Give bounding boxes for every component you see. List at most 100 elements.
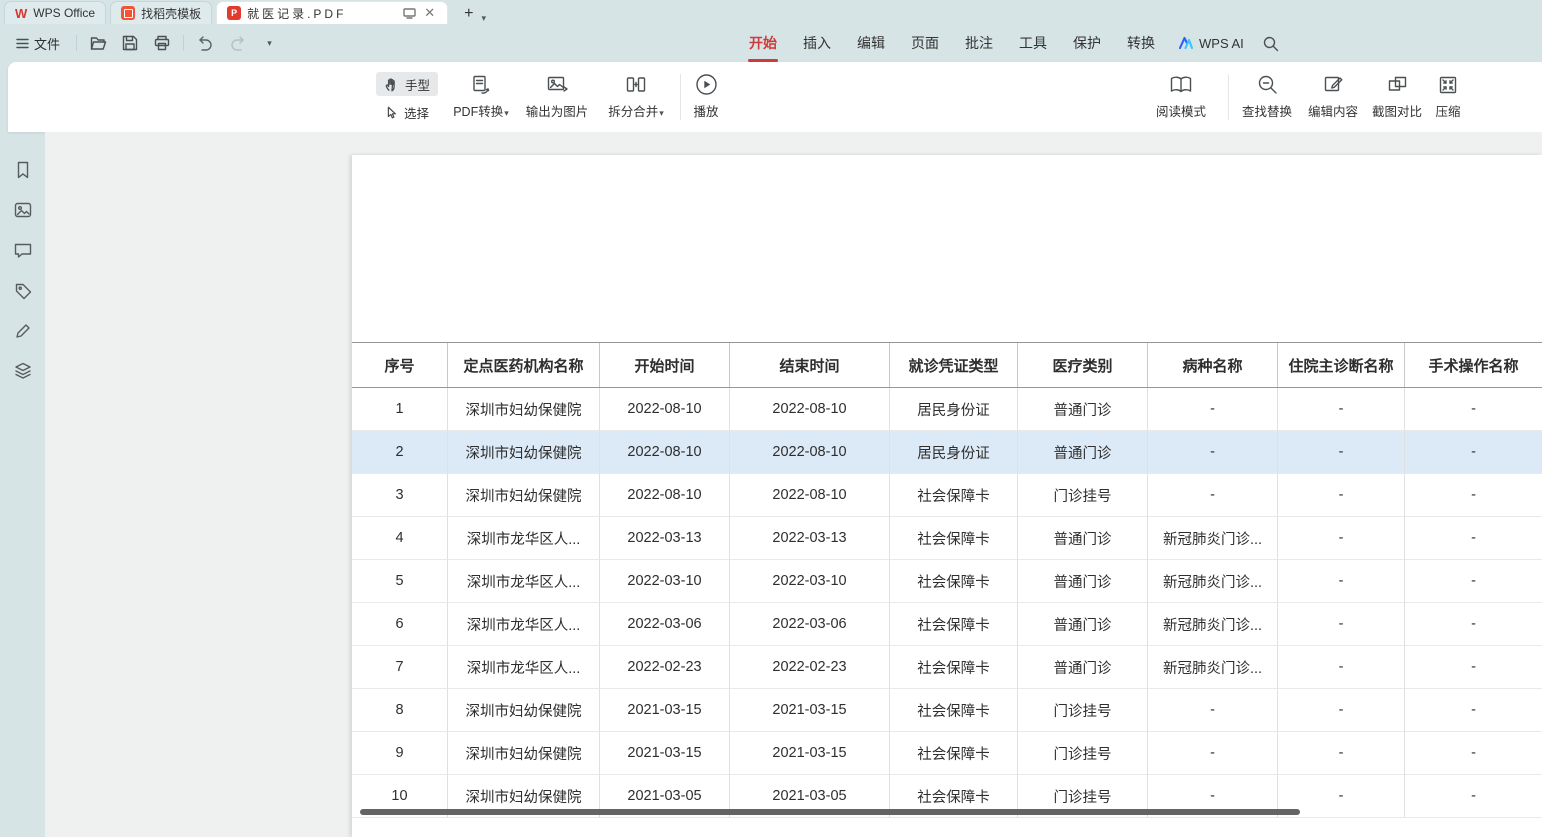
horizontal-scrollbar[interactable] xyxy=(360,809,1300,815)
play-button[interactable]: 播放 xyxy=(684,71,728,120)
bookmark-icon[interactable] xyxy=(13,160,33,180)
hand-icon xyxy=(384,76,399,92)
table-cell: 社会保障卡 xyxy=(890,646,1018,689)
undo-icon[interactable] xyxy=(194,32,216,54)
pen-icon[interactable] xyxy=(13,320,33,340)
save-icon[interactable] xyxy=(119,32,141,54)
hand-tool-label: 手型 xyxy=(405,75,430,94)
table-cell: - xyxy=(1278,689,1405,732)
file-menu[interactable]: 文件 xyxy=(10,31,66,56)
history-caret-icon[interactable]: ▾ xyxy=(258,32,280,54)
table-cell: - xyxy=(1405,388,1542,431)
table-cell: - xyxy=(1405,560,1542,603)
table-cell: - xyxy=(1278,517,1405,560)
table-cell: 新冠肺炎门诊... xyxy=(1148,646,1278,689)
ribbon-tab-insert[interactable]: 插入 xyxy=(790,24,844,62)
find-replace-icon xyxy=(1236,71,1298,98)
edit-content-icon xyxy=(1302,71,1364,98)
table-row: 7深圳市龙华区人...2022-02-232022-02-23社会保障卡普通门诊… xyxy=(352,646,1542,689)
ribbon-tab-home[interactable]: 开始 xyxy=(736,24,790,62)
table-cell: 居民身份证 xyxy=(890,388,1018,431)
table-cell: - xyxy=(1405,603,1542,646)
close-tab-icon[interactable]: ✕ xyxy=(422,5,437,21)
wps-ai-button[interactable]: WPS AI xyxy=(1168,36,1254,51)
ribbon-tab-comment[interactable]: 批注 xyxy=(952,24,1006,62)
ribbon-tab-page[interactable]: 页面 xyxy=(898,24,952,62)
table-cell: - xyxy=(1405,517,1542,560)
table-cell: - xyxy=(1278,388,1405,431)
table-header-cell: 病种名称 xyxy=(1148,343,1278,387)
table-cell: 2 xyxy=(352,431,448,474)
ribbon-tab-edit[interactable]: 编辑 xyxy=(844,24,898,62)
table-cell: 门诊挂号 xyxy=(1018,732,1148,775)
table-cell: - xyxy=(1148,689,1278,732)
table-cell: 普通门诊 xyxy=(1018,646,1148,689)
dropdown-caret-icon: ▾ xyxy=(659,108,664,118)
table-cell: 社会保障卡 xyxy=(890,560,1018,603)
hand-tool-button[interactable]: 手型 xyxy=(376,72,438,96)
redo-icon[interactable] xyxy=(226,32,248,54)
layers-icon[interactable] xyxy=(13,360,33,380)
table-cell: 普通门诊 xyxy=(1018,603,1148,646)
compress-button[interactable]: 压缩 xyxy=(1428,71,1468,120)
edit-content-button[interactable]: 编辑内容 xyxy=(1302,71,1364,120)
table-cell: - xyxy=(1148,732,1278,775)
table-row: 9深圳市妇幼保健院2021-03-152021-03-15社会保障卡门诊挂号--… xyxy=(352,732,1542,775)
screen-cast-icon[interactable] xyxy=(403,8,416,19)
pdf-convert-button[interactable]: PDF转换▾ xyxy=(448,71,514,120)
table-cell: 2022-08-10 xyxy=(600,474,730,517)
document-area[interactable]: 序号定点医药机构名称开始时间结束时间就诊凭证类型医疗类别病种名称住院主诊断名称手… xyxy=(45,132,1542,837)
table-cell: - xyxy=(1278,560,1405,603)
table-header-cell: 医疗类别 xyxy=(1018,343,1148,387)
table-cell: 2022-03-13 xyxy=(730,517,890,560)
table-cell: 6 xyxy=(352,603,448,646)
table-cell: 2021-03-15 xyxy=(600,689,730,732)
find-replace-button[interactable]: 查找替换 xyxy=(1236,71,1298,120)
divider xyxy=(76,35,77,51)
comment-icon[interactable] xyxy=(13,241,33,261)
tab-docer-template[interactable]: 找稻壳模板 xyxy=(110,1,212,24)
open-file-icon[interactable] xyxy=(87,32,109,54)
table-cell: 深圳市龙华区人... xyxy=(448,560,600,603)
table-header-cell: 结束时间 xyxy=(730,343,890,387)
table-cell: 新冠肺炎门诊... xyxy=(1148,560,1278,603)
ribbon-tab-convert[interactable]: 转换 xyxy=(1114,24,1168,62)
split-merge-icon xyxy=(600,71,672,98)
ribbon-tab-protect[interactable]: 保护 xyxy=(1060,24,1114,62)
table-cell: 深圳市龙华区人... xyxy=(448,646,600,689)
thumbnail-icon[interactable] xyxy=(13,200,33,220)
split-merge-button[interactable]: 拆分合并▾ xyxy=(600,71,672,120)
ribbon-tab-tools[interactable]: 工具 xyxy=(1006,24,1060,62)
screenshot-compare-button[interactable]: 截图对比 xyxy=(1366,71,1428,120)
medical-records-table: 序号定点医药机构名称开始时间结束时间就诊凭证类型医疗类别病种名称住院主诊断名称手… xyxy=(352,342,1542,818)
table-cell: 社会保障卡 xyxy=(890,689,1018,732)
tag-icon[interactable] xyxy=(13,281,33,301)
table-cell: 居民身份证 xyxy=(890,431,1018,474)
tab-document-active[interactable]: P 就医记录.PDF ✕ xyxy=(216,1,448,24)
table-cell: 门诊挂号 xyxy=(1018,474,1148,517)
print-icon[interactable] xyxy=(151,32,173,54)
table-cell: 深圳市妇幼保健院 xyxy=(448,689,600,732)
titlebar: W WPS Office 找稻壳模板 P 就医记录.PDF ✕ + ▾ xyxy=(0,0,1542,24)
table-cell: 2021-03-15 xyxy=(600,732,730,775)
tab-label: 就医记录.PDF xyxy=(247,5,397,22)
table-cell: - xyxy=(1148,474,1278,517)
select-tool-button[interactable]: 选择 xyxy=(376,100,437,124)
table-cell: 新冠肺炎门诊... xyxy=(1148,603,1278,646)
tab-list-caret-icon[interactable]: ▾ xyxy=(481,13,486,24)
table-cell: 2022-08-10 xyxy=(730,474,890,517)
table-cell: 2022-02-23 xyxy=(600,646,730,689)
left-sidebar xyxy=(0,132,45,837)
tab-wps-office[interactable]: W WPS Office xyxy=(4,1,106,24)
table-cell: 社会保障卡 xyxy=(890,517,1018,560)
table-cell: 3 xyxy=(352,474,448,517)
read-mode-button[interactable]: 阅读模式 xyxy=(1152,71,1210,120)
search-icon[interactable] xyxy=(1262,35,1279,52)
table-cell: 深圳市妇幼保健院 xyxy=(448,388,600,431)
new-tab-button[interactable]: + xyxy=(460,4,477,24)
export-image-icon xyxy=(520,71,594,98)
wps-logo-icon: W xyxy=(15,6,27,21)
divider xyxy=(680,74,681,120)
export-image-button[interactable]: 输出为图片 xyxy=(520,71,594,120)
split-merge-label: 拆分合并 xyxy=(608,105,658,119)
